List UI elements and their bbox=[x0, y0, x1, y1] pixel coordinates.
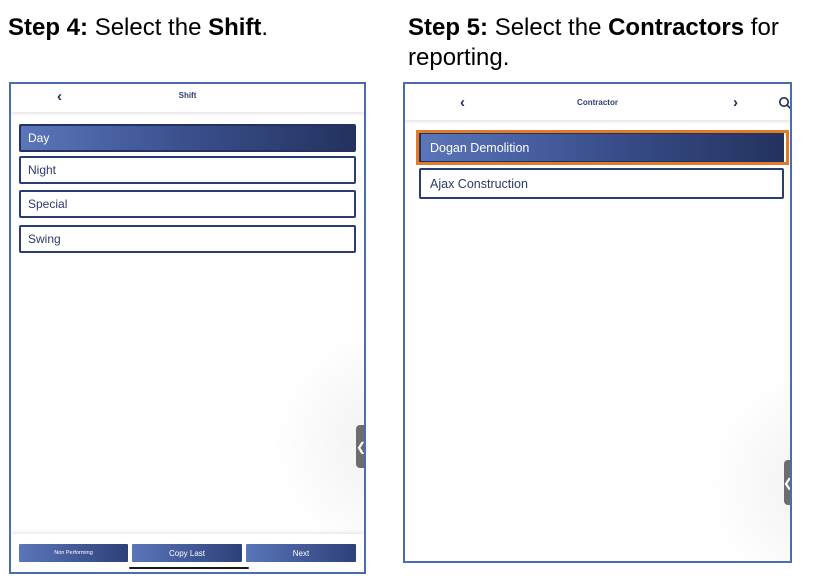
chevron-left-icon: ❮ bbox=[783, 476, 790, 490]
contractor-option-dogan-demolition[interactable]: Dogan Demolition bbox=[419, 132, 784, 163]
copy-last-button[interactable]: Copy Last bbox=[132, 544, 242, 562]
non-performing-button[interactable]: Non Performing bbox=[19, 544, 128, 562]
step5-text: Select the bbox=[494, 14, 602, 41]
step4-number: Step 4: bbox=[8, 14, 89, 41]
side-drawer-handle[interactable]: ❮ bbox=[355, 425, 366, 468]
home-indicator bbox=[129, 567, 249, 569]
step5-caption: Step 5: Select the Contractors for repor… bbox=[408, 13, 823, 73]
bottom-action-bar: Non Performing Copy Last Next bbox=[11, 534, 364, 572]
step5-number: Step 5: bbox=[408, 14, 489, 41]
chevron-left-icon: ❮ bbox=[355, 439, 366, 454]
contractor-screen: ‹ Contractor › Dogan Demolition Ajax Con… bbox=[403, 82, 792, 563]
shift-option-special[interactable]: Special bbox=[19, 190, 356, 218]
shift-header: ‹ Shift bbox=[11, 84, 364, 112]
forward-chevron-icon[interactable]: › bbox=[733, 95, 738, 110]
shift-option-night[interactable]: Night bbox=[19, 156, 356, 184]
step4-period: . bbox=[261, 14, 269, 41]
step4-caption: Step 4: Select the Shift. bbox=[8, 13, 268, 43]
contractor-header: ‹ Contractor › bbox=[405, 84, 790, 120]
search-icon[interactable] bbox=[778, 96, 792, 110]
next-button[interactable]: Next bbox=[246, 544, 356, 562]
shift-option-day[interactable]: Day bbox=[19, 124, 356, 152]
shift-option-swing[interactable]: Swing bbox=[19, 225, 356, 253]
shift-screen: ‹ Shift Day Night Special Swing ❮ Non Pe… bbox=[9, 82, 366, 574]
shadow-decoration bbox=[271, 324, 364, 564]
contractor-option-ajax-construction[interactable]: Ajax Construction bbox=[419, 168, 784, 199]
step4-emphasis: Shift bbox=[208, 14, 262, 41]
side-drawer-handle[interactable]: ❮ bbox=[783, 460, 790, 505]
step5-emphasis: Contractors bbox=[608, 14, 745, 41]
page-title: Shift bbox=[178, 91, 197, 100]
step4-text: Select the bbox=[94, 14, 202, 41]
shadow-decoration bbox=[705, 364, 790, 561]
